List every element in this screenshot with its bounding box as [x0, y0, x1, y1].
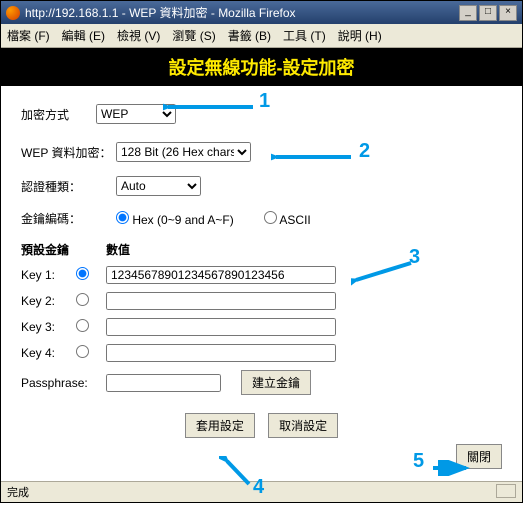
key3-label: Key 3:: [21, 320, 76, 334]
status-text: 完成: [7, 484, 29, 500]
cancel-button[interactable]: 取消設定: [268, 413, 338, 438]
wep-enc-label: WEP 資料加密：: [21, 144, 116, 161]
menu-history[interactable]: 瀏覽 (S): [172, 27, 215, 44]
key2-input[interactable]: [106, 292, 336, 310]
menu-view[interactable]: 檢視 (V): [117, 27, 160, 44]
auth-type-label: 認證種類：: [21, 178, 116, 195]
browser-window: http://192.168.1.1 - WEP 資料加密 - Mozilla …: [0, 0, 523, 503]
ascii-radio-label[interactable]: ASCII: [264, 211, 311, 227]
auth-type-select[interactable]: Auto: [116, 176, 201, 196]
close-button[interactable]: 關閉: [456, 444, 502, 469]
maximize-button[interactable]: □: [479, 5, 497, 21]
apply-button[interactable]: 套用設定: [185, 413, 255, 438]
page-content: 設定無線功能-設定加密 加密方式 WEP WEP 資料加密： 128 Bit (…: [1, 48, 522, 481]
menubar: 檔案 (F) 編輯 (E) 檢視 (V) 瀏覽 (S) 書籤 (B) 工具 (T…: [1, 24, 522, 48]
key4-radio[interactable]: [76, 345, 89, 358]
key3-input[interactable]: [106, 318, 336, 336]
annotation-2: 2: [359, 140, 370, 163]
hex-radio-label[interactable]: Hex (0~9 and A~F): [116, 211, 234, 227]
enc-method-label: 加密方式: [21, 106, 96, 123]
hex-radio[interactable]: [116, 211, 129, 224]
close-window-button[interactable]: ×: [499, 5, 517, 21]
key1-radio[interactable]: [76, 267, 89, 280]
menu-tools[interactable]: 工具 (T): [283, 27, 326, 44]
gen-key-button[interactable]: 建立金鑰: [241, 370, 311, 395]
passphrase-input[interactable]: [106, 374, 221, 392]
annotation-5: 5: [413, 450, 424, 473]
key4-label: Key 4:: [21, 346, 76, 360]
annotation-3: 3: [409, 246, 420, 269]
key-format-label: 金鑰編碼：: [21, 210, 116, 227]
key3-radio[interactable]: [76, 319, 89, 332]
minimize-button[interactable]: _: [459, 5, 477, 21]
firefox-icon: [6, 6, 20, 20]
ascii-radio[interactable]: [264, 211, 277, 224]
key1-input[interactable]: [106, 266, 336, 284]
key2-label: Key 2:: [21, 294, 76, 308]
key4-input[interactable]: [106, 344, 336, 362]
key1-label: Key 1:: [21, 268, 76, 282]
menu-help[interactable]: 說明 (H): [338, 27, 382, 44]
window-title: http://192.168.1.1 - WEP 資料加密 - Mozilla …: [25, 4, 296, 21]
key2-radio[interactable]: [76, 293, 89, 306]
titlebar: http://192.168.1.1 - WEP 資料加密 - Mozilla …: [1, 1, 522, 24]
menu-edit[interactable]: 編輯 (E): [62, 27, 105, 44]
annotation-1: 1: [259, 90, 270, 113]
menu-bookmarks[interactable]: 書籤 (B): [228, 27, 271, 44]
default-key-header: 預設金鑰: [21, 241, 76, 258]
wep-enc-select[interactable]: 128 Bit (26 Hex chars): [116, 142, 251, 162]
page-title: 設定無線功能-設定加密: [1, 48, 522, 86]
enc-method-select[interactable]: WEP: [96, 104, 176, 124]
status-box: [496, 484, 516, 498]
annotation-4: 4: [253, 476, 264, 499]
menu-file[interactable]: 檔案 (F): [7, 27, 50, 44]
passphrase-label: Passphrase:: [21, 376, 106, 390]
value-header: 數值: [106, 241, 130, 258]
